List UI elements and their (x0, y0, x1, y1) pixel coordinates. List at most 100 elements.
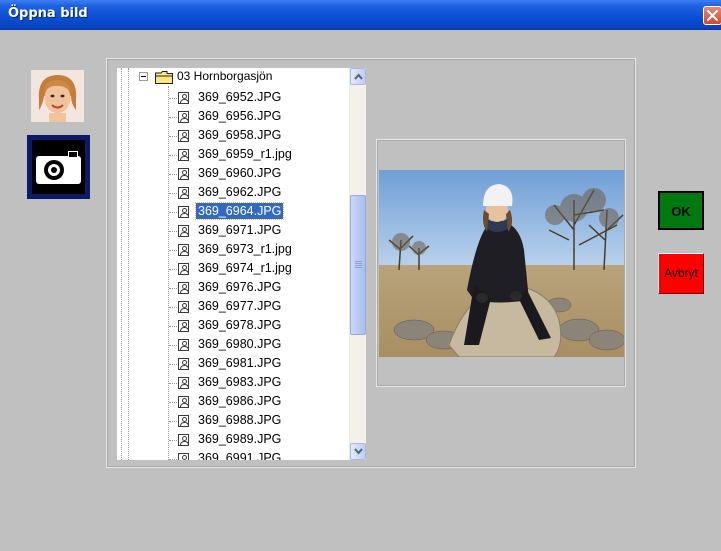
image-file-icon (178, 187, 189, 199)
image-file-icon (178, 244, 189, 256)
file-tree-item[interactable]: 369_6964.JPG (117, 202, 349, 221)
file-name: 369_6991.JPG (198, 451, 282, 460)
file-name: 369_6960.JPG (198, 166, 282, 180)
file-name: 369_6962.JPG (198, 185, 282, 199)
file-tree-item[interactable]: 369_6978.JPG (117, 316, 349, 335)
file-tree-item[interactable]: 369_6962.JPG (117, 183, 349, 202)
cancel-button[interactable]: Avbryt (658, 253, 704, 294)
image-file-icon (178, 339, 189, 351)
image-file-icon (178, 92, 189, 104)
tree-branch-line (169, 345, 177, 346)
scroll-down-button[interactable] (350, 443, 366, 460)
file-name: 369_6989.JPG (198, 432, 282, 446)
tree-vertical-scrollbar[interactable] (349, 68, 366, 460)
file-tree-item[interactable]: 369_6976.JPG (117, 278, 349, 297)
image-file-icon (178, 320, 189, 332)
file-tree-item[interactable]: 369_6956.JPG (117, 107, 349, 126)
tree-branch-line (169, 440, 177, 441)
file-tree-item[interactable]: 369_6959_r1.jpg (117, 145, 349, 164)
image-file-icon (178, 168, 189, 180)
image-file-icon (178, 225, 189, 237)
face-photo-icon[interactable] (31, 70, 84, 122)
file-name: 369_6952.JPG (198, 90, 282, 104)
file-name: 369_6980.JPG (198, 337, 282, 351)
tree-branch-line (169, 307, 177, 308)
folder-icon (155, 71, 173, 84)
file-name: 369_6958.JPG (198, 128, 282, 142)
close-button[interactable] (703, 6, 721, 25)
file-name: 369_6959_r1.jpg (198, 147, 292, 161)
file-name: 369_6974_r1.jpg (198, 261, 292, 275)
file-tree-item[interactable]: 369_6973_r1.jpg (117, 240, 349, 259)
tree-branch-line (169, 155, 177, 156)
image-file-icon (178, 415, 189, 427)
image-file-icon (178, 149, 189, 161)
file-tree-item[interactable]: 369_6988.JPG (117, 411, 349, 430)
tree-branch-line (169, 326, 177, 327)
file-name: 369_6976.JPG (198, 280, 282, 294)
tree-branch-line (169, 212, 177, 213)
scroll-thumb[interactable] (350, 195, 366, 335)
window-title: Öppna bild (8, 6, 88, 21)
tree-branch-line (169, 231, 177, 232)
tree-branch-line (169, 117, 177, 118)
tree-branch-line (169, 421, 177, 422)
file-tree-item[interactable]: 369_6958.JPG (117, 126, 349, 145)
cancel-button-label: Avbryt (664, 266, 698, 280)
ok-button-label: OK (671, 204, 691, 219)
ok-button[interactable]: OK (658, 191, 704, 230)
file-tree-item[interactable]: 369_6983.JPG (117, 373, 349, 392)
file-tree-item[interactable]: 369_6986.JPG (117, 392, 349, 411)
file-tree-item[interactable]: 369_6980.JPG (117, 335, 349, 354)
file-tree-item[interactable]: 369_6991.JPG (117, 449, 349, 460)
close-icon (707, 10, 718, 21)
tree-branch-line (169, 269, 177, 270)
tree-branch-line (169, 459, 177, 460)
tree-branch-line (169, 98, 177, 99)
title-bar: Öppna bild (0, 0, 721, 30)
image-file-icon (178, 111, 189, 123)
file-name: 369_6977.JPG (198, 299, 282, 313)
tree-branch-line (169, 193, 177, 194)
file-name: 369_6986.JPG (198, 394, 282, 408)
image-file-icon (178, 301, 189, 313)
image-file-icon (178, 130, 189, 142)
folder-label[interactable]: 03 Hornborgasjön (177, 69, 272, 83)
file-tree-item[interactable]: 369_6977.JPG (117, 297, 349, 316)
tree-branch-line (169, 288, 177, 289)
file-tree-item[interactable]: 369_6974_r1.jpg (117, 259, 349, 278)
tree-branch-line (169, 136, 177, 137)
image-file-icon (178, 358, 189, 370)
collapse-toggle[interactable] (139, 72, 148, 81)
file-name: 369_6983.JPG (198, 375, 282, 389)
image-file-icon (178, 206, 189, 218)
file-tree-item[interactable]: 369_6960.JPG (117, 164, 349, 183)
image-file-icon (178, 377, 189, 389)
image-file-icon (178, 396, 189, 408)
file-tree-item[interactable]: 369_6952.JPG (117, 88, 349, 107)
file-tree-item[interactable]: 369_6981.JPG (117, 354, 349, 373)
preview-image (379, 170, 624, 357)
tree-branch-line (169, 364, 177, 365)
image-file-icon (178, 453, 189, 460)
tree-branch-line (169, 250, 177, 251)
file-tree[interactable]: 03 Hornborgasjön 369_6952.JPG 369_6956.JP… (117, 68, 366, 460)
file-name: 369_6973_r1.jpg (198, 242, 292, 256)
image-file-icon (178, 263, 189, 275)
file-name: 369_6988.JPG (198, 413, 282, 427)
image-file-icon (178, 282, 189, 294)
file-name: 369_6978.JPG (198, 318, 282, 332)
file-name: 369_6964.JPG (194, 202, 285, 220)
file-tree-items: 03 Hornborgasjön 369_6952.JPG 369_6956.JP… (117, 68, 349, 460)
tree-branch-line (169, 402, 177, 403)
file-name: 369_6981.JPG (198, 356, 282, 370)
file-tree-item[interactable]: 369_6971.JPG (117, 221, 349, 240)
file-name: 369_6956.JPG (198, 109, 282, 123)
camera-icon (36, 151, 81, 184)
file-tree-item[interactable]: 369_6989.JPG (117, 430, 349, 449)
camera-source-button[interactable] (27, 135, 90, 199)
scroll-up-button[interactable] (350, 68, 366, 85)
chevron-down-icon (354, 448, 363, 455)
chevron-up-icon (354, 73, 363, 80)
tree-branch-line (169, 174, 177, 175)
